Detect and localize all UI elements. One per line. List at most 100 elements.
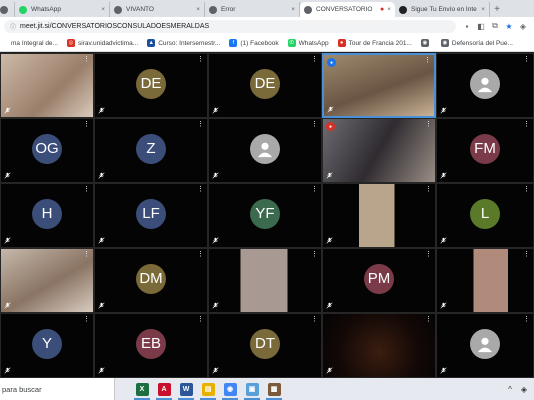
participant-avatar: DM [136,263,166,294]
participant-tile[interactable]: L ⋮ [436,183,534,248]
muted-mic-icon [326,172,334,179]
participant-tile[interactable]: ⋮ [0,248,94,313]
participant-tile[interactable]: EB ⋮ [94,313,208,378]
participant-tile[interactable]: PM ⋮ [322,248,436,313]
participant-tile[interactable]: DE ⋮ [208,53,322,118]
participant-tile[interactable]: YF ⋮ [208,183,322,248]
system-tray: ^ ◈ [503,382,534,396]
participant-tile[interactable]: FM ⋮ [436,118,534,183]
muted-mic-icon [212,302,220,309]
bookmark-star-icon[interactable]: ★ [502,19,516,33]
bookmark-item[interactable]: ● Tour de Francia 201... [337,39,412,47]
participant-tile[interactable]: ⋮ [436,248,534,313]
participant-tile[interactable]: ⋮ [0,53,94,118]
participant-tile[interactable]: DT ⋮ [208,313,322,378]
participant-tile[interactable]: ⋮ [436,313,534,378]
more-options-icon[interactable]: ⋮ [311,316,318,323]
participant-tile[interactable]: ● ⋮ [322,118,436,183]
more-options-icon[interactable]: ⋮ [311,121,318,128]
site-info-icon[interactable]: ⓘ [10,22,16,31]
muted-mic-icon [440,367,448,374]
participant-tile[interactable]: H ⋮ [0,183,94,248]
participant-tile[interactable]: ⋮ [322,183,436,248]
more-options-icon[interactable]: ⋮ [83,56,90,63]
bookmark-item[interactable]: ma Integral de... [0,39,58,47]
new-tab-button[interactable]: + [490,2,504,17]
network-icon[interactable]: ◈ [517,382,531,396]
explorer-icon[interactable]: ▤ [197,378,219,400]
tab-close-icon[interactable]: × [387,6,391,13]
more-options-icon[interactable]: ⋮ [425,316,432,323]
browser-tab[interactable] [0,2,15,17]
more-options-icon[interactable]: ⋮ [83,186,90,193]
bookmark-item[interactable]: ◎ sirav.unidadvictima... [66,39,138,47]
browser-tab[interactable]: VIVANTO × [110,2,205,17]
participant-tile[interactable]: Z ⋮ [94,118,208,183]
more-options-icon[interactable]: ⋮ [425,121,432,128]
more-options-icon[interactable]: ⋮ [424,57,431,64]
participant-tile[interactable]: ⋮ [208,248,322,313]
more-options-icon[interactable]: ⋮ [197,316,204,323]
participant-video [437,249,533,312]
participant-tile[interactable]: DE ⋮ [94,53,208,118]
more-options-icon[interactable]: ⋮ [311,251,318,258]
more-options-icon[interactable]: ⋮ [523,316,530,323]
acrobat-icon[interactable]: A [153,378,175,400]
tab-close-icon[interactable]: × [101,6,105,13]
chevron-up-icon[interactable]: ^ [503,382,517,396]
bookmark-item[interactable]: f (1) Facebook [229,39,279,47]
app-icon[interactable]: ▩ [263,378,285,400]
browser-tab[interactable]: CONVERSATORIO ● × [300,2,395,17]
more-options-icon[interactable]: ⋮ [523,121,530,128]
more-options-icon[interactable]: ⋮ [197,251,204,258]
bookmark-item[interactable]: ◉ Defensoría del Pue... [440,39,513,47]
tab-close-icon[interactable]: × [291,6,295,13]
more-options-icon[interactable]: ⋮ [523,251,530,258]
participant-tile[interactable]: OG ⋮ [0,118,94,183]
extension-icon[interactable]: ◈ [516,19,530,33]
bookmark-item[interactable]: ✆ WhatsApp [287,39,329,47]
excel-icon[interactable]: X [131,378,153,400]
participant-tile[interactable]: ⋮ [322,313,436,378]
url-text[interactable]: meet.jit.si/CONVERSATORIOSCONSULADOESMER… [20,23,209,30]
more-options-icon[interactable]: ⋮ [83,316,90,323]
more-options-icon[interactable]: ⋮ [311,186,318,193]
bookmark-favicon-icon: ▲ [147,39,156,47]
participant-tile[interactable]: Y ⋮ [0,313,94,378]
camera-icon[interactable]: ▪ [460,19,474,33]
translate-icon[interactable]: ⧉ [488,19,502,33]
chrome-icon[interactable]: ◉ [219,378,241,400]
browser-tab[interactable]: WhatsApp × [15,2,110,17]
participant-tile[interactable]: DM ⋮ [94,248,208,313]
more-options-icon[interactable]: ⋮ [83,251,90,258]
bookmark-item[interactable]: ▲ Curso: Intersemestr... [147,39,220,47]
bookmark-item[interactable]: ◉ [420,39,432,47]
tab-close-icon[interactable]: × [196,6,200,13]
more-options-icon[interactable]: ⋮ [523,186,530,193]
participant-avatar: DE [136,68,166,99]
more-options-icon[interactable]: ⋮ [83,121,90,128]
muted-mic-icon [98,237,106,244]
muted-mic-icon [440,107,448,114]
more-options-icon[interactable]: ⋮ [197,56,204,63]
share-icon[interactable]: ◧ [474,19,488,33]
participant-tile[interactable]: LF ⋮ [94,183,208,248]
tab-favicon-icon [399,5,407,14]
browser-tab[interactable]: Sigue Tu Envío en Inte × [395,2,490,17]
participant-tile[interactable]: ⋮ [436,53,534,118]
more-options-icon[interactable]: ⋮ [523,56,530,63]
more-options-icon[interactable]: ⋮ [425,186,432,193]
more-options-icon[interactable]: ⋮ [197,186,204,193]
more-options-icon[interactable]: ⋮ [197,121,204,128]
taskbar-search-box[interactable]: para buscar [0,378,115,400]
word-icon[interactable]: W [175,378,197,400]
more-options-icon[interactable]: ⋮ [425,251,432,258]
participant-avatar: YF [250,198,280,229]
browser-tab[interactable]: Error × [205,2,300,17]
photos-icon[interactable]: ▣ [241,378,263,400]
address-bar[interactable]: ⓘ meet.jit.si/CONVERSATORIOSCONSULADOESM… [4,19,456,33]
more-options-icon[interactable]: ⋮ [311,56,318,63]
participant-tile[interactable]: ● ⋮ [322,53,436,118]
tab-close-icon[interactable]: × [481,6,485,13]
participant-tile[interactable]: ⋮ [208,118,322,183]
